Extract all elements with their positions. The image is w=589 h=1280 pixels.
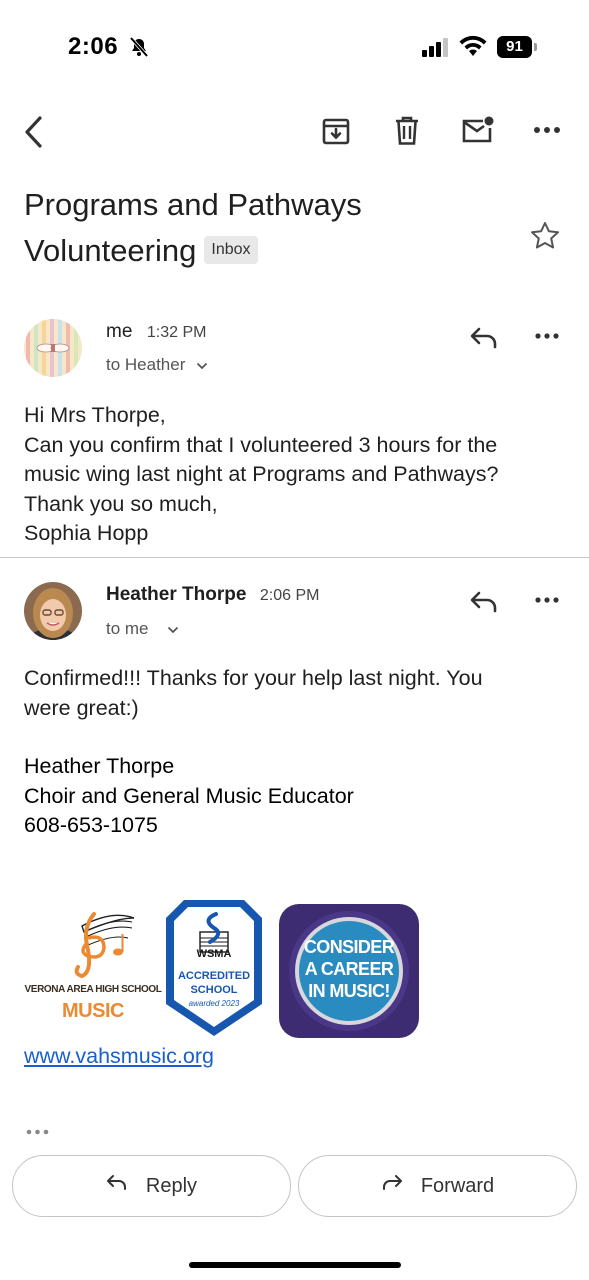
- body-line: were great:): [24, 695, 139, 720]
- recipient-text: to me: [106, 619, 149, 638]
- battery-level: 91: [506, 38, 523, 55]
- reply-icon: [469, 327, 499, 354]
- message-time: 2:06 PM: [259, 587, 320, 604]
- website-link[interactable]: www.vahsmusic.org: [24, 1044, 214, 1069]
- chevron-left-icon: [20, 114, 46, 150]
- message-more-button[interactable]: [535, 329, 559, 348]
- inbox-label-badge[interactable]: Inbox: [204, 235, 258, 264]
- star-button[interactable]: [529, 220, 561, 257]
- career-line-1: CONSIDER: [303, 937, 395, 957]
- reply-label: Reply: [145, 1174, 198, 1197]
- message-time: 1:32 PM: [146, 324, 207, 341]
- reply-button[interactable]: [469, 326, 499, 355]
- battery-indicator: 91: [497, 36, 539, 58]
- verona-music-logo: VERONA AREA HIGH SCHOOL MUSIC: [24, 906, 162, 1026]
- website-link-text[interactable]: www.vahsmusic.org: [24, 1044, 214, 1068]
- body-line: music wing last night at Programs and Pa…: [24, 462, 499, 486]
- reply-icon: [469, 591, 499, 618]
- reply-icon: [106, 1174, 128, 1198]
- chevron-down-icon: [167, 621, 179, 639]
- career-line-3: IN MUSIC!: [308, 981, 390, 1001]
- mail-unread-icon: [461, 115, 495, 145]
- body-line: Hi Mrs Thorpe,: [24, 403, 166, 427]
- wsma-school-text: SCHOOL: [190, 984, 238, 996]
- archive-button[interactable]: [321, 116, 351, 146]
- email-subject: Programs and Pathways Volunteering Inbox: [24, 182, 514, 274]
- reply-button[interactable]: [469, 590, 499, 619]
- wifi-icon: [458, 35, 488, 57]
- silent-bell-icon: [128, 36, 150, 58]
- trash-icon: [393, 115, 421, 147]
- sender-avatar[interactable]: [24, 319, 82, 377]
- message-body: Confirmed!!! Thanks for your help last n…: [24, 664, 574, 723]
- wsma-accredited-text: ACCREDITED: [177, 970, 251, 982]
- mark-unread-button[interactable]: [461, 115, 495, 145]
- chevron-down-icon: [196, 357, 208, 375]
- message-body: Hi Mrs Thorpe, Can you confirm that I vo…: [24, 401, 574, 549]
- forward-icon: [381, 1174, 403, 1198]
- body-line: Thank you so much,: [24, 491, 218, 516]
- subject-title: Programs and Pathways Volunteering: [24, 187, 362, 268]
- message-header[interactable]: me 1:32 PM: [106, 321, 206, 343]
- message-divider: [0, 557, 589, 558]
- recipient-details-toggle[interactable]: to Heather: [106, 355, 208, 375]
- wsma-award-year: awarded 2023: [188, 999, 240, 1008]
- more-horizontal-icon: [535, 330, 559, 347]
- more-horizontal-icon: [534, 122, 560, 138]
- signature-phone[interactable]: 608-653-1075: [24, 811, 574, 841]
- status-time: 2:06: [68, 33, 119, 60]
- sender-name: me: [106, 321, 133, 342]
- verona-logo-text: VERONA AREA HIGH SCHOOL: [24, 984, 162, 995]
- signature-title: Choir and General Music Educator: [24, 783, 354, 808]
- star-icon: [529, 222, 561, 256]
- delete-button[interactable]: [393, 115, 421, 147]
- more-options-button[interactable]: [534, 122, 560, 138]
- home-indicator[interactable]: [189, 1262, 401, 1268]
- cellular-signal-icon: [422, 37, 450, 57]
- more-horizontal-icon: [535, 594, 559, 611]
- career-line-2: A CAREER: [304, 959, 394, 979]
- body-line: Sophia Hopp: [24, 521, 149, 545]
- recipient-details-toggle[interactable]: to me: [106, 619, 179, 639]
- wsma-accredited-badge: WSMA ACCREDITED SCHOOL awarded 2023: [164, 898, 264, 1038]
- email-signature: Heather Thorpe Choir and General Music E…: [24, 752, 574, 841]
- sender-name: Heather Thorpe: [106, 584, 247, 605]
- forward-label: Forward: [420, 1174, 495, 1197]
- message-header[interactable]: Heather Thorpe 2:06 PM: [106, 584, 319, 606]
- verona-logo-music: MUSIC: [62, 1000, 124, 1022]
- show-trimmed-content-button[interactable]: [26, 1124, 50, 1142]
- recipient-text: to Heather: [106, 355, 186, 374]
- back-button[interactable]: [20, 114, 46, 150]
- career-in-music-logo: CONSIDER A CAREER IN MUSIC!: [279, 904, 419, 1038]
- message-more-button[interactable]: [535, 593, 559, 612]
- forward-action-button[interactable]: Forward: [298, 1155, 577, 1217]
- signature-name: Heather Thorpe: [24, 754, 175, 778]
- body-line: Can you confirm that I volunteered 3 hou…: [24, 432, 498, 457]
- more-horizontal-icon: [26, 1124, 50, 1141]
- sender-avatar[interactable]: [24, 582, 82, 640]
- body-line: Confirmed!!! Thanks for your help last n…: [24, 666, 483, 690]
- wsma-logo-name: WSMA: [196, 948, 232, 960]
- reply-action-button[interactable]: Reply: [12, 1155, 291, 1217]
- archive-icon: [321, 116, 351, 146]
